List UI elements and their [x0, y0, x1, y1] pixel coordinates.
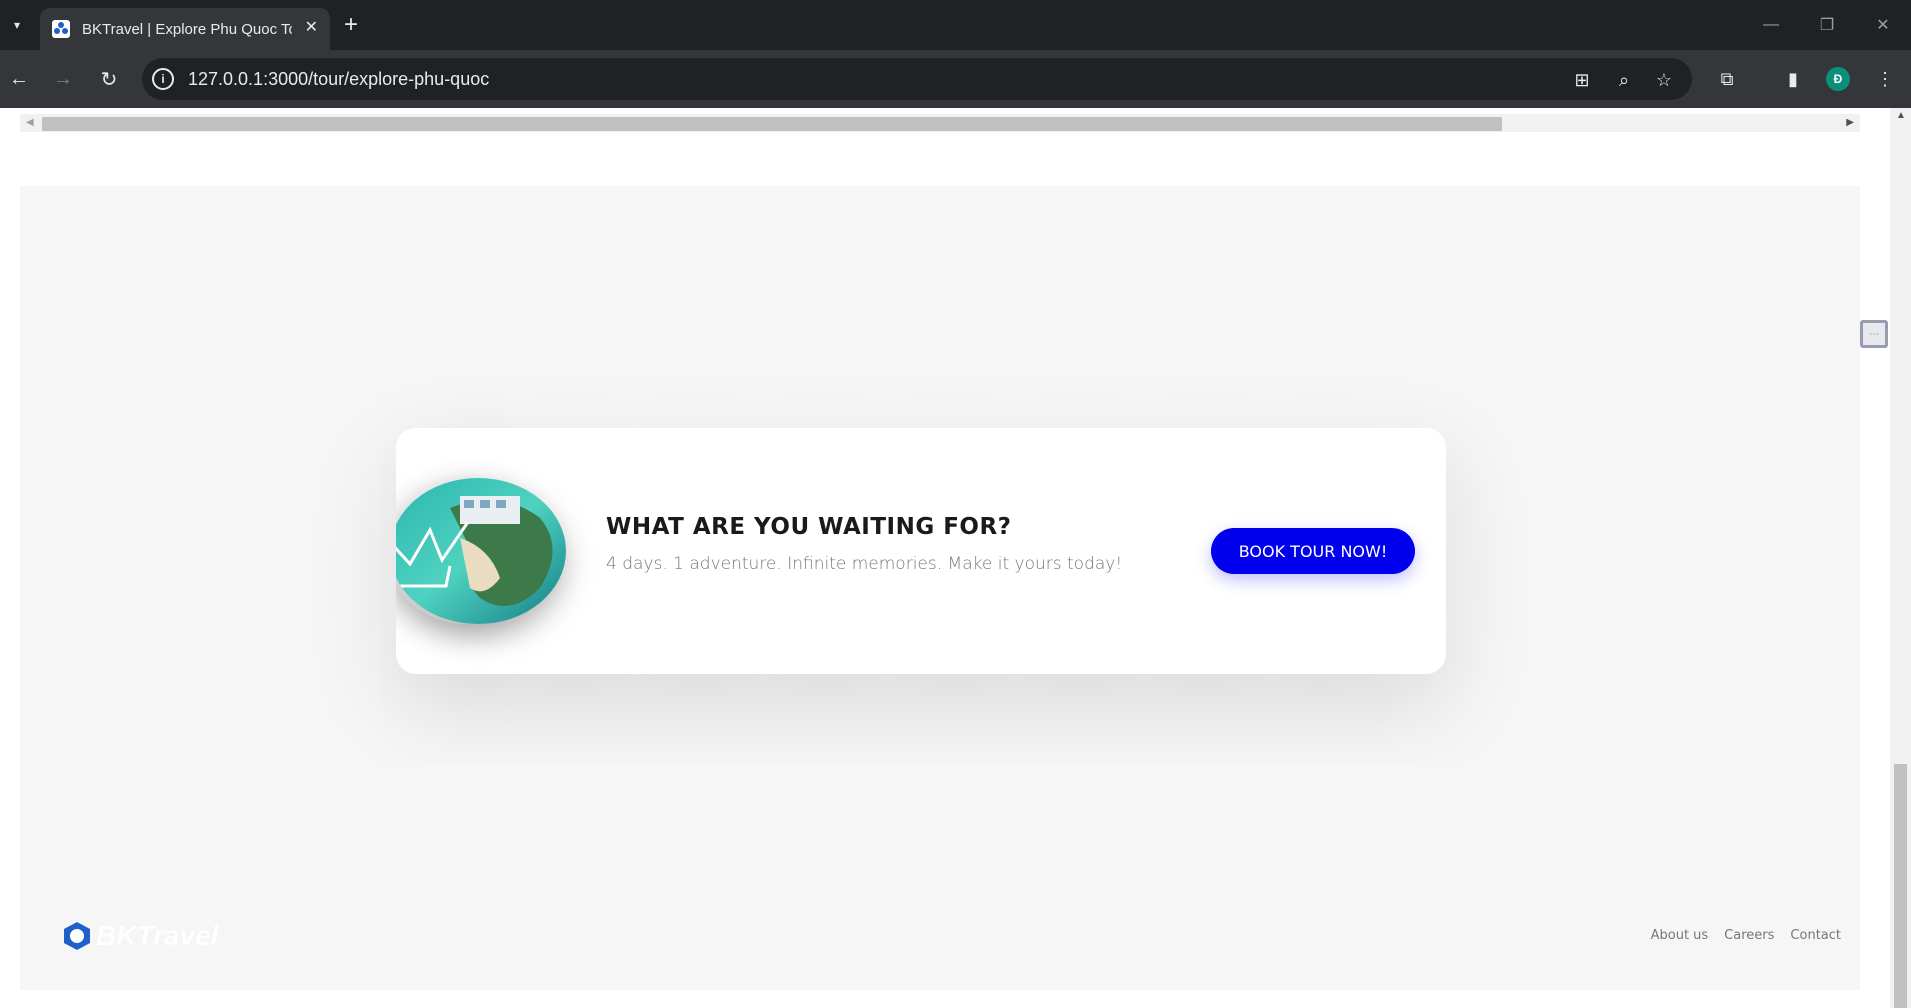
browser-tab[interactable]: BKTravel | Explore Phu Quoc Tour ✕ [40, 8, 330, 50]
vertical-scroll-thumb[interactable] [1894, 764, 1907, 1008]
site-info-icon[interactable]: i [152, 68, 174, 90]
extensions-puzzle-icon[interactable]: ⧉ [1712, 64, 1742, 94]
vertical-scrollbar[interactable]: ▲ [1890, 108, 1911, 1008]
reload-icon[interactable]: ↻ [94, 64, 124, 94]
chat-widget-icon[interactable]: ⋯ [1860, 320, 1888, 348]
new-tab-icon[interactable]: + [344, 12, 358, 38]
footer-link-careers[interactable]: Careers [1724, 928, 1774, 943]
zoom-icon[interactable]: ⌕ [1612, 68, 1636, 92]
page-viewport: ◀ ▶ WHAT ARE YOU WAITING FOR? 4 days. 1 … [0, 108, 1911, 1008]
footer-link-about[interactable]: About us [1651, 928, 1709, 943]
cta-heading: WHAT ARE YOU WAITING FOR? [606, 514, 1012, 540]
bktravel-favicon-icon [52, 20, 70, 38]
scroll-up-icon[interactable]: ▲ [1896, 110, 1906, 121]
url-text[interactable]: 127.0.0.1:3000/tour/explore-phu-quoc [188, 69, 489, 90]
minimize-icon[interactable]: — [1743, 0, 1799, 50]
tab-title: BKTravel | Explore Phu Quoc Tour [82, 20, 292, 38]
cta-subtitle: 4 days. 1 adventure. Infinite memories. … [606, 554, 1123, 574]
side-panel-icon[interactable]: ▮ [1778, 64, 1808, 94]
cta-text-block: WHAT ARE YOU WAITING FOR? 4 days. 1 adve… [606, 514, 1122, 574]
close-tab-icon[interactable]: ✕ [305, 19, 318, 37]
address-bar[interactable]: i 127.0.0.1:3000/tour/explore-phu-quoc ⊞… [142, 58, 1692, 100]
footer-logo[interactable]: BKTravel [62, 920, 218, 952]
horizontal-scrollbar[interactable]: ◀ ▶ [20, 114, 1860, 132]
footer-nav: About us Careers Contact [1651, 928, 1841, 943]
close-window-icon[interactable]: ✕ [1855, 0, 1911, 50]
bookmark-star-icon[interactable]: ☆ [1652, 68, 1676, 92]
restore-icon[interactable]: ❐ [1799, 0, 1855, 50]
back-arrow-icon[interactable]: ← [4, 64, 34, 94]
translate-icon[interactable]: ⊞ [1570, 68, 1594, 92]
footer-link-contact[interactable]: Contact [1790, 928, 1841, 943]
scroll-left-icon[interactable]: ◀ [26, 117, 34, 128]
more-menu-icon[interactable]: ⋮ [1870, 64, 1900, 94]
tab-search-chevron-icon[interactable]: ▾ [6, 12, 28, 38]
book-tour-button[interactable]: BOOK TOUR NOW! [1211, 528, 1415, 574]
window-controls: — ❐ ✕ [1743, 0, 1911, 50]
profile-avatar[interactable]: Đ [1826, 67, 1850, 91]
bktravel-logo-icon [64, 922, 90, 950]
island-photo-icon [396, 478, 566, 624]
browser-tab-bar: ▾ BKTravel | Explore Phu Quoc Tour ✕ + —… [0, 0, 1911, 50]
forward-arrow-icon[interactable]: → [48, 64, 78, 94]
footer-logo-text: BKTravel [96, 920, 219, 951]
horizontal-scroll-thumb[interactable] [42, 117, 1502, 131]
cta-card: WHAT ARE YOU WAITING FOR? 4 days. 1 adve… [396, 428, 1446, 674]
browser-toolbar: ← → ↻ i 127.0.0.1:3000/tour/explore-phu-… [0, 50, 1911, 108]
scroll-right-icon[interactable]: ▶ [1846, 117, 1854, 128]
cta-image-island [396, 478, 566, 624]
